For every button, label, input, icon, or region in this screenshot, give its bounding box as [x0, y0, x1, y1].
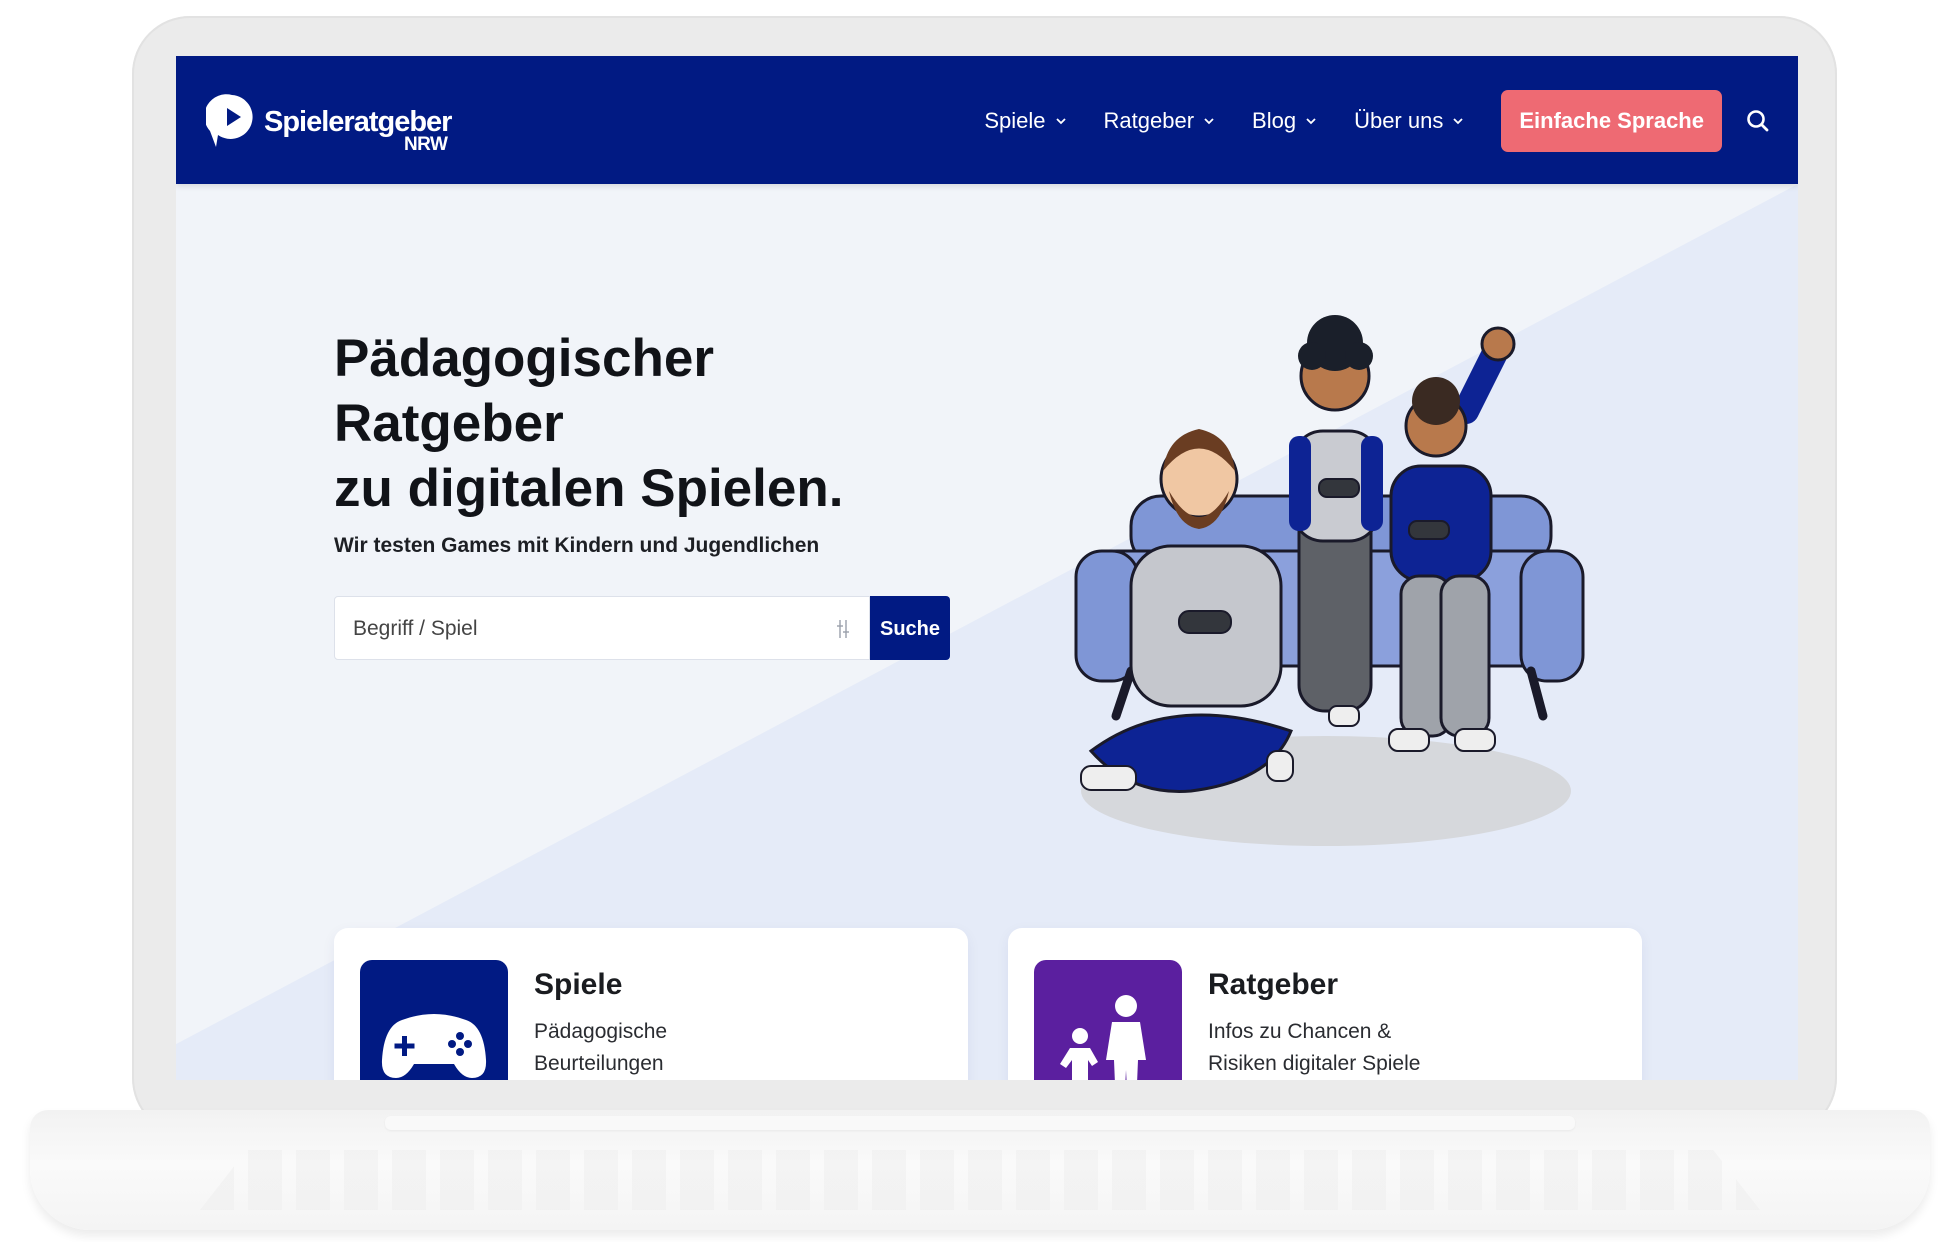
chevron-down-icon: [1306, 118, 1316, 125]
card-description: Pädagogische Beurteilungen: [534, 1016, 834, 1080]
card-description-line: Beurteilungen: [534, 1052, 664, 1075]
site-logo[interactable]: Spieleratgeber NRW: [206, 90, 452, 155]
parent-child-icon: [1060, 995, 1146, 1080]
laptop-hinge: [385, 1116, 1575, 1130]
site-header: Spieleratgeber NRW Spiele Ratgeber Blog …: [176, 56, 1798, 184]
main-nav: Spiele Ratgeber Blog Über uns Einfache S…: [984, 90, 1772, 152]
browser-screen: Spieleratgeber NRW Spiele Ratgeber Blog …: [176, 56, 1798, 1080]
hero-title: Pädagogischer Ratgeber zu digitalen Spie…: [334, 326, 843, 521]
nav-item-blog[interactable]: Blog: [1252, 108, 1316, 134]
chevron-down-icon: [1055, 118, 1066, 125]
laptop-base: [30, 1110, 1930, 1230]
nav-item-ueber-uns[interactable]: Über uns: [1354, 108, 1463, 134]
hero-title-line: Ratgeber: [334, 394, 564, 453]
card-description-line: Risiken digitaler Spiele: [1208, 1052, 1421, 1075]
logo-region: NRW: [403, 134, 448, 155]
sliders-icon[interactable]: [835, 618, 851, 640]
search-field: [334, 596, 870, 661]
family-gaming-illustration: [1074, 315, 1585, 846]
card-title: Ratgeber: [1208, 968, 1339, 1001]
play-bubble-icon: [206, 94, 253, 147]
card-title: Spiele: [534, 968, 623, 1001]
search-icon[interactable]: [1744, 107, 1772, 135]
search-input[interactable]: [351, 597, 795, 661]
chevron-down-icon: [1453, 118, 1463, 125]
nav-item-label: Ratgeber: [1103, 108, 1195, 133]
hero-title-line: Pädagogischer: [334, 329, 714, 388]
nav-item-spiele[interactable]: Spiele: [984, 108, 1066, 134]
card-icon-box: [1034, 960, 1182, 1080]
nav-item-label: Spiele: [984, 108, 1046, 133]
card-description: Infos zu Chancen & Risiken digitaler Spi…: [1208, 1016, 1508, 1080]
gamepad-icon: [381, 1014, 487, 1078]
search-submit-button[interactable]: Suche: [870, 596, 950, 660]
card-icon-box: [360, 960, 508, 1080]
nav-item-label: Über uns: [1354, 108, 1444, 133]
hero-subtitle: Wir testen Games mit Kindern und Jugendl…: [334, 534, 820, 557]
einfache-sprache-button[interactable]: Einfache Sprache: [1501, 90, 1722, 152]
card-spiele[interactable]: Spiele Pädagogische Beurteilungen: [334, 928, 968, 1080]
card-ratgeber[interactable]: Ratgeber Infos zu Chancen & Risiken digi…: [1008, 928, 1642, 1080]
nav-item-label: Blog: [1252, 108, 1297, 133]
laptop-keyboard: [200, 1150, 1760, 1210]
nav-item-ratgeber[interactable]: Ratgeber: [1104, 108, 1215, 134]
chevron-down-icon: [1204, 118, 1214, 125]
card-description-line: Infos zu Chancen &: [1208, 1020, 1392, 1043]
card-description-line: Pädagogische: [534, 1020, 668, 1043]
hero-title-line: zu digitalen Spielen.: [334, 459, 844, 518]
